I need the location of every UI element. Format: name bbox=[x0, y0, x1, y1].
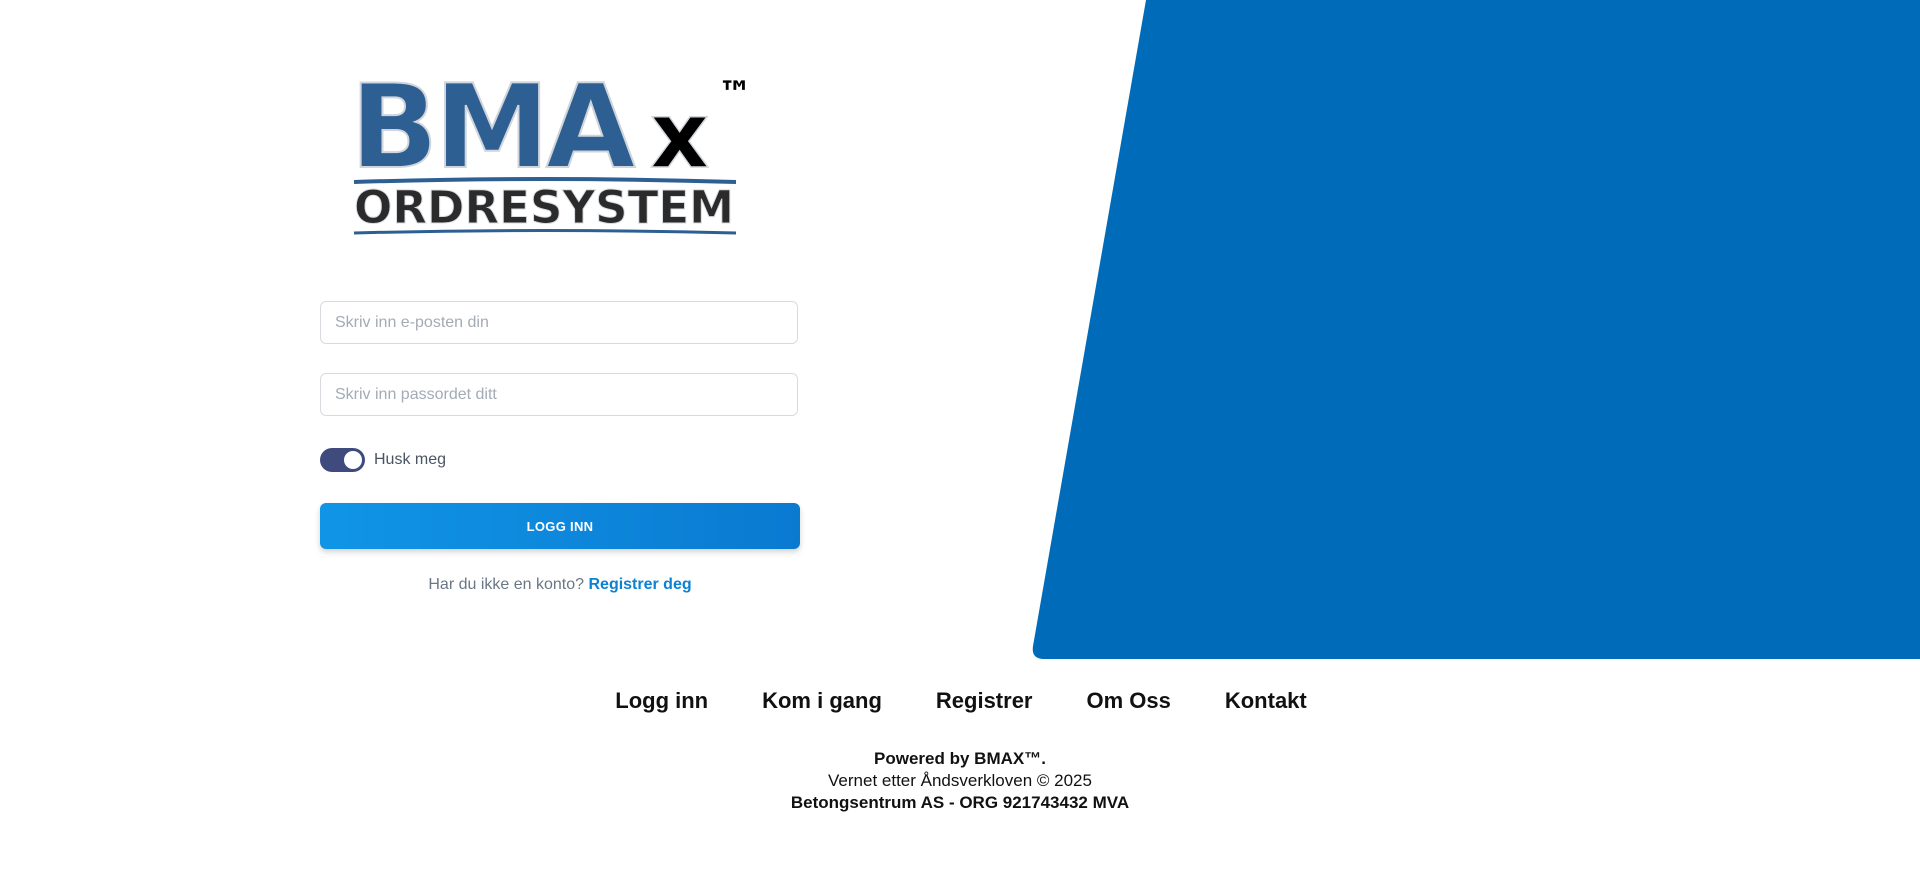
footer-info: Powered by BMAX™. Vernet etter Åndsverkl… bbox=[0, 748, 1920, 814]
remember-me-toggle[interactable] bbox=[320, 448, 365, 472]
footer-link-registrer[interactable]: Registrer bbox=[936, 688, 1033, 714]
logo-tm-text: ™ bbox=[718, 75, 752, 114]
logo-main-text: BMA bbox=[350, 75, 636, 195]
copyright-text: Vernet etter Åndsverkloven © 2025 bbox=[828, 771, 1092, 790]
decorative-blue-panel bbox=[1032, 0, 1920, 659]
remember-me-label: Husk meg bbox=[374, 451, 447, 468]
signup-prompt-text: Har du ikke en konto? bbox=[428, 576, 585, 593]
logo-x-text: x bbox=[650, 82, 709, 189]
footer-nav: Logg inn Kom i gang Registrer Om Oss Kon… bbox=[0, 688, 1920, 714]
signup-prompt: Har du ikke en konto? Registrer deg bbox=[320, 576, 800, 594]
powered-by-text: Powered by BMAX™. bbox=[874, 749, 1046, 768]
email-input[interactable] bbox=[320, 301, 798, 344]
toggle-knob bbox=[344, 451, 362, 469]
remember-me-row: Husk meg bbox=[320, 448, 446, 472]
register-link[interactable]: Registrer deg bbox=[588, 576, 691, 593]
footer-link-om-oss[interactable]: Om Oss bbox=[1086, 688, 1170, 714]
login-page: BMA x ™ ORDRESYSTEM Husk meg LOGG INN Ha… bbox=[0, 0, 1920, 879]
footer-link-kontakt[interactable]: Kontakt bbox=[1225, 688, 1307, 714]
company-text: Betongsentrum AS - ORG 921743432 MVA bbox=[790, 793, 1130, 812]
password-input[interactable] bbox=[320, 373, 798, 416]
footer-link-logg-inn[interactable]: Logg inn bbox=[615, 688, 708, 714]
bmax-ordresystem-logo: BMA x ™ ORDRESYSTEM bbox=[350, 75, 752, 235]
login-button[interactable]: LOGG INN bbox=[320, 503, 800, 549]
footer-link-kom-i-gang[interactable]: Kom i gang bbox=[762, 688, 882, 714]
logo-sub-text: ORDRESYSTEM bbox=[354, 181, 734, 234]
